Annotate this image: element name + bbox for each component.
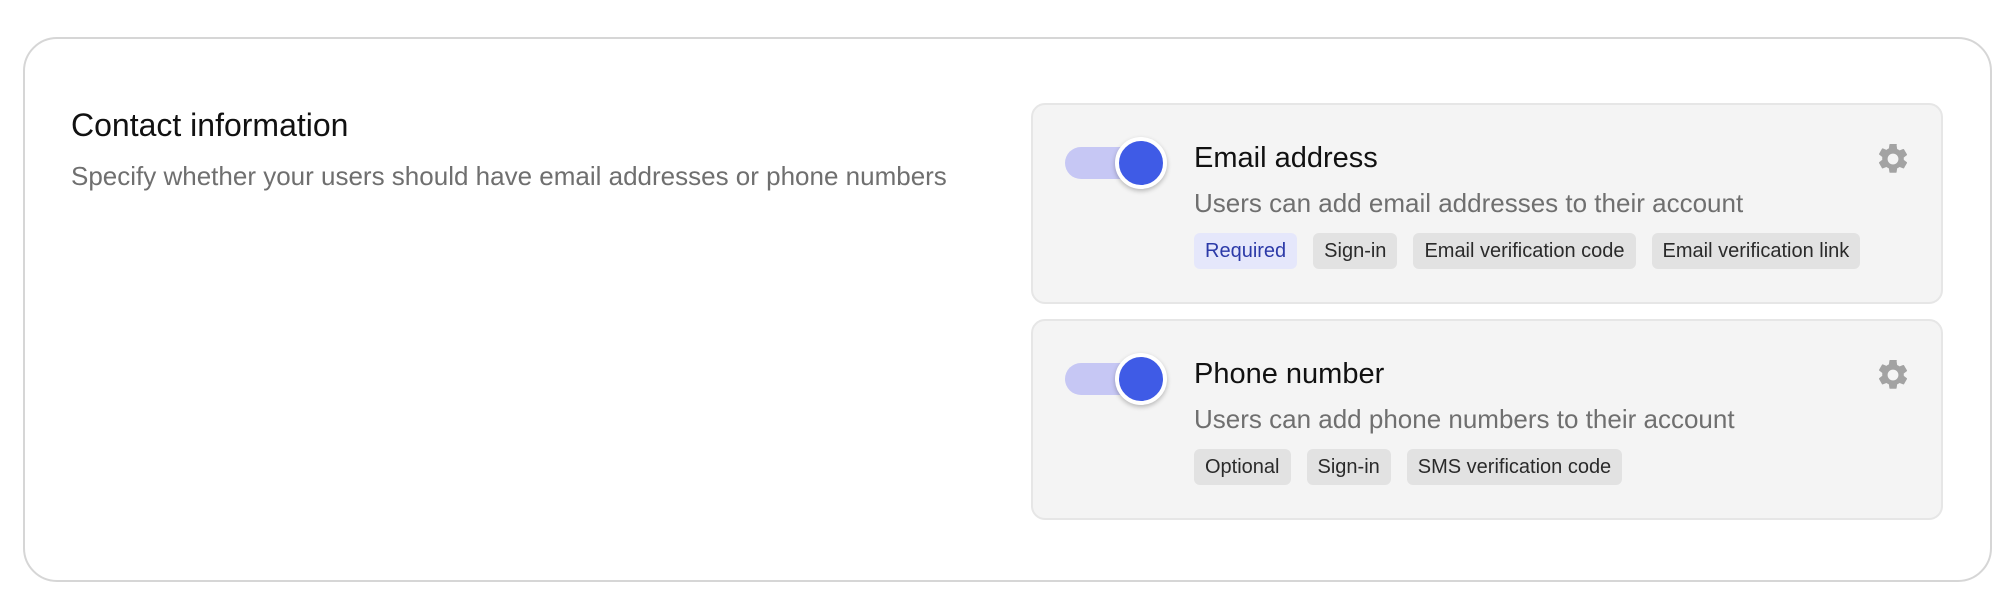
tag-required: Required [1194,233,1298,269]
tag-sign-in: Sign-in [1313,233,1398,269]
phone-number-card: Phone number Users can add phone numbers… [1031,319,1943,520]
tag-optional: Optional [1194,449,1291,485]
toggle-knob [1115,137,1167,189]
email-address-description: Users can add email addresses to their a… [1194,188,1744,218]
gear-icon[interactable] [1875,357,1911,393]
gear-icon[interactable] [1875,141,1911,177]
section-title: Contact information [71,107,349,143]
email-address-card: Email address Users can add email addres… [1031,103,1943,304]
tag-email-verification-code: Email verification code [1413,233,1636,269]
email-address-toggle[interactable] [1065,137,1167,189]
tag-sms-verification-code: SMS verification code [1406,449,1623,485]
phone-number-toggle[interactable] [1065,353,1167,405]
phone-number-description: Users can add phone numbers to their acc… [1194,404,1735,434]
section-description: Specify whether your users should have e… [71,161,947,191]
email-address-tags: Required Sign-in Email verification code… [1194,233,1861,269]
tag-email-verification-link: Email verification link [1651,233,1861,269]
toggle-knob [1115,353,1167,405]
email-address-title: Email address [1194,142,1378,174]
phone-number-title: Phone number [1194,358,1385,390]
phone-number-tags: Optional Sign-in SMS verification code [1194,449,1623,485]
tag-sign-in: Sign-in [1306,449,1391,485]
